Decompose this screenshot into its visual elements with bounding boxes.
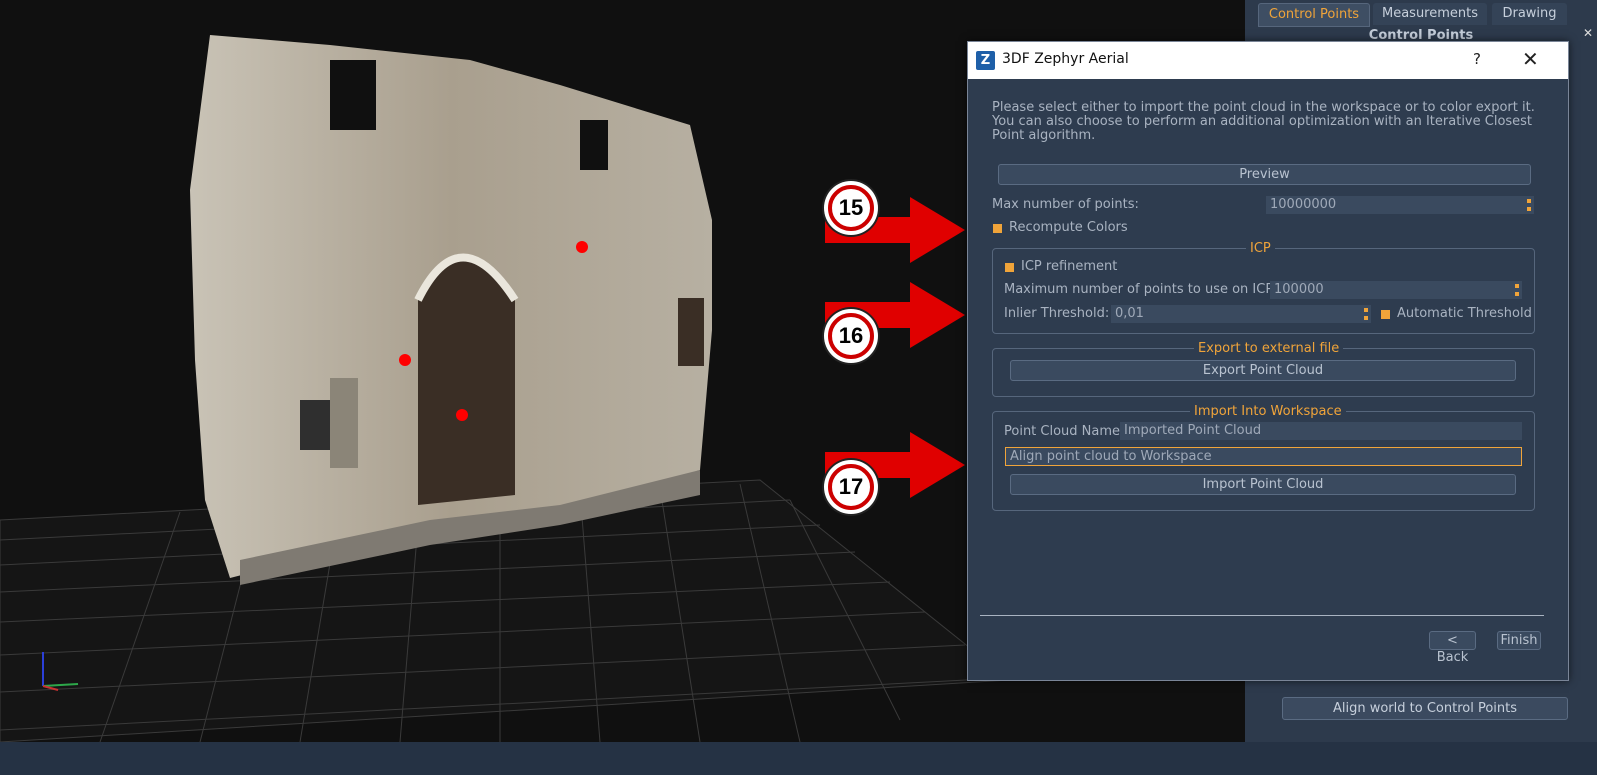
- align-world-button[interactable]: Align world to Control Points: [1282, 697, 1568, 720]
- step-marker-label: 16: [828, 313, 874, 359]
- export-point-cloud-button[interactable]: Export Point Cloud: [1010, 360, 1516, 381]
- dialog-title: 3DF Zephyr Aerial: [1002, 51, 1129, 67]
- close-button[interactable]: ✕: [1522, 47, 1539, 71]
- step-marker-15: 15: [824, 181, 878, 235]
- inlier-threshold-label: Inlier Threshold:: [1004, 306, 1110, 321]
- point-cloud-name-input[interactable]: Imported Point Cloud: [1120, 422, 1522, 440]
- back-button[interactable]: < Back: [1429, 631, 1476, 665]
- dialog-titlebar: Z 3DF Zephyr Aerial ? ✕: [968, 42, 1568, 79]
- import-point-cloud-button[interactable]: Import Point Cloud: [1010, 474, 1516, 495]
- tab-measurements[interactable]: Measurements: [1373, 3, 1487, 25]
- spinner-icon[interactable]: [1527, 199, 1531, 211]
- close-icon[interactable]: ✕: [1583, 26, 1593, 40]
- icp-max-points-input[interactable]: 100000: [1270, 281, 1522, 299]
- automatic-threshold-label: Automatic Threshold: [1397, 306, 1532, 321]
- preview-button[interactable]: Preview: [998, 164, 1531, 185]
- point-cloud-name-label: Point Cloud Name: [1004, 424, 1121, 439]
- icp-refinement-label: ICP refinement: [1021, 259, 1118, 274]
- step-marker-label: 15: [828, 185, 874, 231]
- icp-max-points-value: 100000: [1274, 282, 1324, 297]
- app-logo-icon: Z: [976, 51, 995, 70]
- step-marker-16: 16: [824, 309, 878, 363]
- import-point-cloud-dialog: Z 3DF Zephyr Aerial ? ✕ Please select ei…: [967, 41, 1569, 681]
- dialog-description: Please select either to import the point…: [992, 100, 1535, 143]
- recompute-colors-label: Recompute Colors: [1009, 220, 1128, 235]
- inlier-threshold-value: 0,01: [1115, 306, 1144, 321]
- step-marker-17: 17: [824, 460, 878, 514]
- icp-group-title: ICP: [1246, 241, 1275, 256]
- spinner-icon[interactable]: [1515, 284, 1519, 296]
- max-points-input[interactable]: 10000000: [1266, 196, 1534, 214]
- max-points-value: 10000000: [1270, 197, 1337, 212]
- tab-drawing[interactable]: Drawing: [1492, 3, 1567, 25]
- finish-button[interactable]: Finish: [1497, 631, 1541, 650]
- status-bar: [0, 742, 1597, 775]
- point-cloud-wall: [190, 35, 712, 585]
- step-marker-label: 17: [828, 464, 874, 510]
- align-to-workspace-field[interactable]: Align point cloud to Workspace: [1005, 447, 1522, 466]
- import-group-title: Import Into Workspace: [1190, 404, 1346, 419]
- recompute-colors-checkbox[interactable]: [993, 224, 1002, 233]
- help-button[interactable]: ?: [1473, 50, 1481, 68]
- icp-max-points-label: Maximum number of points to use on ICP:: [1004, 282, 1278, 297]
- max-points-label: Max number of points:: [992, 197, 1139, 212]
- export-group-title: Export to external file: [1194, 341, 1344, 356]
- spinner-icon[interactable]: [1364, 308, 1368, 320]
- inlier-threshold-input[interactable]: 0,01: [1111, 305, 1371, 323]
- automatic-threshold-checkbox[interactable]: [1381, 310, 1390, 319]
- tab-control-points[interactable]: Control Points: [1258, 3, 1370, 27]
- icp-refinement-checkbox[interactable]: [1005, 263, 1014, 272]
- dialog-separator: [980, 615, 1544, 616]
